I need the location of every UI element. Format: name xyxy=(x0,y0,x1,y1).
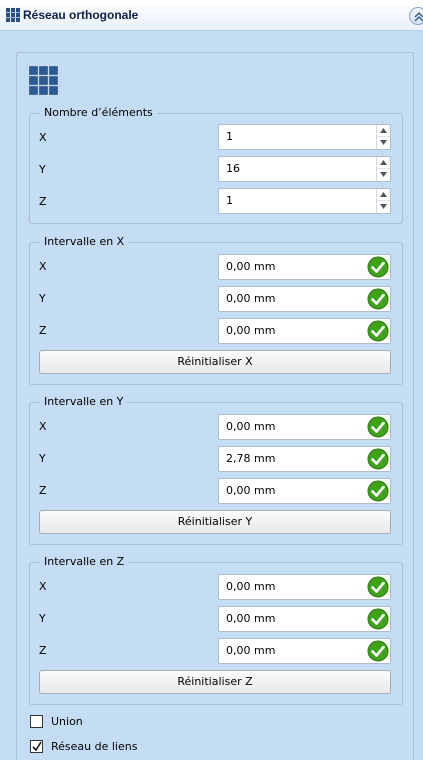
interval-y-y-field[interactable]: 2,78 mm xyxy=(218,446,391,472)
interval-y-z-field[interactable]: 0,00 mm xyxy=(218,478,391,504)
interval-z-x-field[interactable]: 0,00 mm xyxy=(218,574,391,600)
interval-y-y-label: Y xyxy=(39,452,46,465)
arrow-down-icon xyxy=(380,172,387,177)
interval-z-y-field[interactable]: 0,00 mm xyxy=(218,606,391,632)
spin-down-button[interactable] xyxy=(377,169,390,181)
union-label: Union xyxy=(51,715,83,728)
reset-x-button[interactable]: Réinitialiser X xyxy=(39,350,391,374)
interval-y-y-value: 2,78 mm xyxy=(226,452,276,465)
interval-y-x-label: X xyxy=(39,420,47,433)
spin-up-button[interactable] xyxy=(377,125,390,137)
spin-buttons xyxy=(376,189,390,213)
count-z-label: Z xyxy=(39,195,47,208)
arrow-up-icon xyxy=(380,160,387,165)
green-check-icon xyxy=(367,256,389,278)
interval-x-y-field[interactable]: 0,00 mm xyxy=(218,286,391,312)
interval-y-x-field[interactable]: 0,00 mm xyxy=(218,414,391,440)
interval-z-z-value: 0,00 mm xyxy=(226,644,276,657)
arrow-up-icon xyxy=(380,128,387,133)
interval-x-y-value: 0,00 mm xyxy=(226,292,276,305)
green-check-icon xyxy=(367,320,389,342)
interval-z-z-label: Z xyxy=(39,644,47,657)
interval-z-y-value: 0,00 mm xyxy=(226,612,276,625)
reset-y-button[interactable]: Réinitialiser Y xyxy=(39,510,391,534)
interval-y-z-label: Z xyxy=(39,484,47,497)
green-check-icon xyxy=(367,608,389,630)
count-x-label: X xyxy=(39,131,47,144)
count-z-spinbox[interactable]: 1 xyxy=(218,188,391,214)
interval-x-z-label: Z xyxy=(39,324,47,337)
orthogonal-array-icon xyxy=(29,66,58,95)
spin-down-button[interactable] xyxy=(377,137,390,149)
interval-z-y-label: Y xyxy=(39,612,46,625)
count-x-value: 1 xyxy=(226,130,233,143)
spin-buttons xyxy=(376,157,390,181)
collapse-button[interactable] xyxy=(409,7,423,25)
arrow-down-icon xyxy=(380,204,387,209)
group-title: Nombre d’éléments xyxy=(40,106,157,120)
interval-x-y-label: Y xyxy=(39,292,46,305)
arrow-up-icon xyxy=(380,192,387,197)
interval-x-x-field[interactable]: 0,00 mm xyxy=(218,254,391,280)
interval-x-x-label: X xyxy=(39,260,47,273)
reset-z-button[interactable]: Réinitialiser Z xyxy=(39,670,391,694)
arrow-down-icon xyxy=(380,140,387,145)
green-check-icon xyxy=(367,416,389,438)
double-chevron-up-icon xyxy=(414,11,423,22)
green-check-icon xyxy=(367,480,389,502)
checkmark-icon xyxy=(32,741,42,752)
interval-z-x-label: X xyxy=(39,580,47,593)
link-array-checkbox[interactable] xyxy=(30,740,43,753)
group-title: Intervalle en Z xyxy=(40,555,129,569)
link-array-label: Réseau de liens xyxy=(51,740,138,753)
interval-x-x-value: 0,00 mm xyxy=(226,260,276,273)
green-check-icon xyxy=(367,448,389,470)
interval-x-z-field[interactable]: 0,00 mm xyxy=(218,318,391,344)
group-title: Intervalle en Y xyxy=(40,395,128,409)
interval-y-x-value: 0,00 mm xyxy=(226,420,276,433)
grid-array-icon xyxy=(6,8,20,22)
spin-up-button[interactable] xyxy=(377,189,390,201)
count-y-value: 16 xyxy=(226,162,240,175)
count-z-value: 1 xyxy=(226,194,233,207)
interval-y-z-value: 0,00 mm xyxy=(226,484,276,497)
group-title: Intervalle en X xyxy=(40,235,129,249)
interval-x-z-value: 0,00 mm xyxy=(226,324,276,337)
interval-z-x-value: 0,00 mm xyxy=(226,580,276,593)
spin-buttons xyxy=(376,125,390,149)
spin-up-button[interactable] xyxy=(377,157,390,169)
panel-title: Réseau orthogonale xyxy=(23,8,139,22)
green-check-icon xyxy=(367,288,389,310)
task-panel-header: Réseau orthogonale xyxy=(0,0,423,31)
green-check-icon xyxy=(367,640,389,662)
spin-down-button[interactable] xyxy=(377,201,390,213)
green-check-icon xyxy=(367,576,389,598)
union-checkbox[interactable] xyxy=(30,715,43,728)
count-x-spinbox[interactable]: 1 xyxy=(218,124,391,150)
count-y-spinbox[interactable]: 16 xyxy=(218,156,391,182)
interval-z-z-field[interactable]: 0,00 mm xyxy=(218,638,391,664)
count-y-label: Y xyxy=(39,163,46,176)
